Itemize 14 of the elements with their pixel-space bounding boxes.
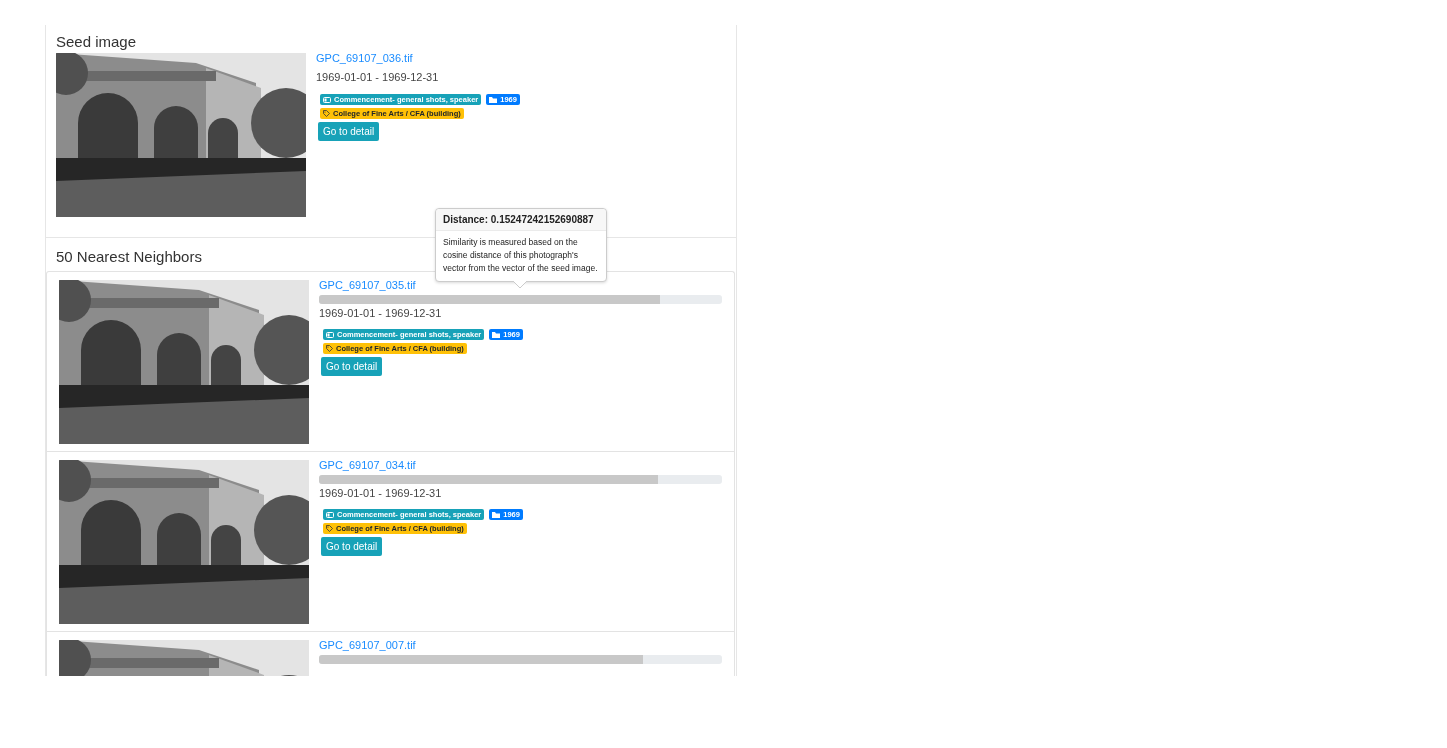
date-range: 1969-01-01 - 1969-12-31: [319, 306, 442, 320]
file-link[interactable]: GPC_69107_034.tif: [319, 458, 416, 472]
tooltip-text: Similarity is measured based on the cosine distance of this photograph's vector from the vector of the seed image.: [442, 236, 599, 275]
file-link[interactable]: GPC_69107_036.tif: [316, 51, 413, 65]
date-range: 1969-01-01 - 1969-12-31: [316, 70, 439, 84]
date-range: 1969-01-01 - 1969-12-31: [319, 486, 442, 500]
tooltip-title: Distance: 0.15247242152690887: [436, 209, 606, 231]
file-link[interactable]: GPC_69107_007.tif: [319, 638, 416, 652]
section-heading: Seed image: [56, 32, 137, 52]
file-link[interactable]: GPC_69107_035.tif: [319, 278, 416, 292]
detail-button[interactable]: Go to detail: [318, 122, 380, 141]
detail-button[interactable]: Go to detail: [321, 357, 383, 376]
detail-button[interactable]: Go to detail: [321, 537, 383, 556]
section-heading: 50 Nearest Neighbors: [55, 247, 202, 267]
